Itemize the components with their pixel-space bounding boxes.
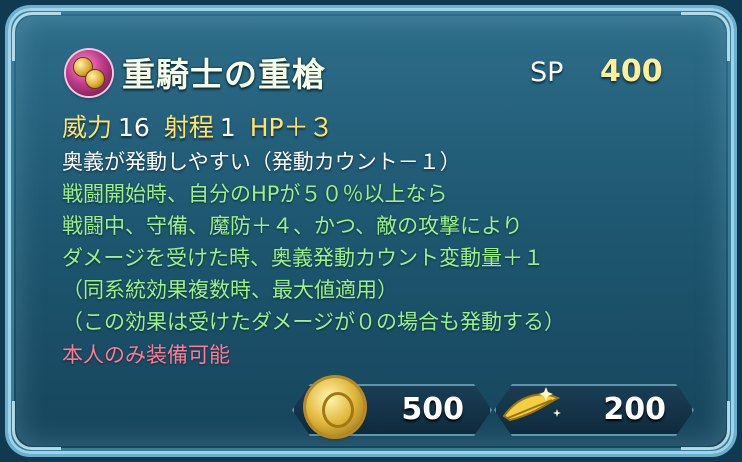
skill-type-icon (66, 50, 112, 96)
coin-icon (86, 70, 104, 88)
medal-cost-value: 500 (401, 392, 464, 427)
range-value: 1 (219, 113, 236, 142)
frame-corner-ornament (12, 12, 61, 61)
description-line: 戦闘開始時、自分のHPが５０％以上なら (62, 182, 448, 206)
might-value: 16 (118, 113, 150, 142)
skill-stats-row: 威力 16 射程 1 HP＋３ (62, 108, 334, 144)
description-line: 奥義が発動しやすい（発動カウント－１） (62, 150, 461, 174)
gold-medal-icon (306, 378, 364, 436)
description-line: （同系統効果複数時、最大値適用） (62, 278, 398, 302)
description-line: （この効果は受けたダメージが０の場合も発動する） (62, 310, 565, 334)
feather-cost-value: 200 (603, 392, 666, 427)
hp-bonus: HP＋３ (249, 113, 334, 142)
description-line: 戦闘中、守備、魔防＋４、かつ、敵の攻撃により (62, 214, 523, 238)
skill-name: 重騎士の重槍 (122, 55, 326, 94)
restriction-text: 本人のみ装備可能 (62, 343, 230, 367)
description-line: ダメージを受けた時、奥義発動カウント変動量＋１ (62, 246, 544, 270)
sp-label: SP (530, 57, 564, 88)
sp-value: 400 (600, 54, 663, 89)
golden-feather-icon (502, 387, 561, 422)
frame-corner-ornament (681, 12, 730, 61)
frame-corner-ornament (12, 401, 61, 450)
might-label: 威力 (62, 113, 113, 142)
range-label: 射程 (163, 113, 214, 142)
